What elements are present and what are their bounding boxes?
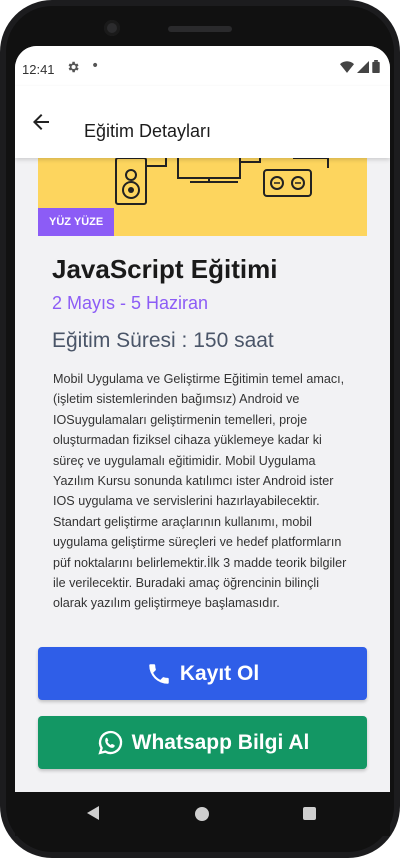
- phone-frame: 12:41 • Eğitim Detayları YÜZ YÜZE JavaSc…: [0, 0, 400, 858]
- course-title: JavaScript Eğitimi: [52, 254, 278, 284]
- earpiece-speaker: [168, 26, 232, 32]
- course-detail-content[interactable]: YÜZ YÜZE JavaScript Eğitimi 2 Mayıs - 5 …: [15, 158, 390, 791]
- app-bar: Eğitim Detayları: [15, 86, 390, 158]
- nav-recent-apps-icon[interactable]: [303, 807, 316, 820]
- status-bar: 12:41 •: [15, 46, 390, 86]
- status-time: 12:41: [22, 62, 55, 77]
- register-button[interactable]: Kayıt Ol: [38, 647, 367, 700]
- nav-back-icon[interactable]: [87, 806, 99, 820]
- nav-home-icon[interactable]: [195, 807, 209, 821]
- phone-icon: [146, 661, 172, 687]
- register-button-label: Kayıt Ol: [179, 661, 260, 685]
- course-date-range: 2 Mayıs - 5 Haziran: [52, 293, 209, 313]
- status-icons: [340, 60, 380, 77]
- system-navigation-bar: [15, 792, 390, 836]
- page-title: Eğitim Detayları: [84, 121, 212, 141]
- front-camera: [104, 20, 120, 36]
- signal-icon: [357, 60, 369, 77]
- course-description: Mobil Uygulama ve Geliştirme Eğitimin te…: [53, 372, 347, 611]
- app-screen: 12:41 • Eğitim Detayları YÜZ YÜZE JavaSc…: [15, 46, 390, 827]
- whatsapp-button-label: Whatsapp Bilgi Al: [131, 730, 310, 754]
- course-duration: Eğitim Süresi : 150 saat: [52, 329, 274, 352]
- wifi-icon: [340, 60, 354, 77]
- whatsapp-icon: [96, 729, 124, 757]
- course-type-badge: YÜZ YÜZE: [38, 208, 115, 236]
- gear-icon: [66, 60, 80, 78]
- battery-icon: [372, 60, 380, 77]
- back-arrow-icon[interactable]: [29, 110, 53, 134]
- whatsapp-info-button[interactable]: Whatsapp Bilgi Al: [38, 716, 367, 769]
- notification-dot-icon: •: [91, 58, 100, 74]
